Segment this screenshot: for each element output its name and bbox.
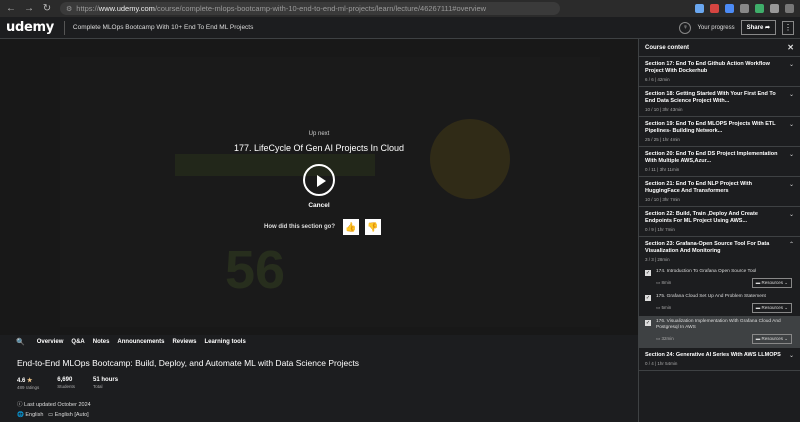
completed-checkbox[interactable]: ✓: [645, 270, 651, 276]
sidebar-header: Course content ✕: [639, 39, 800, 57]
tab-notes[interactable]: Notes: [93, 339, 110, 345]
captions-icon: ▭: [48, 412, 54, 418]
trophy-icon[interactable]: ♀: [679, 21, 692, 34]
folder-icon: ▬: [755, 336, 761, 341]
extension-icon[interactable]: [725, 4, 734, 13]
chevron-up-icon: ⌃: [788, 242, 794, 248]
video-icon: ▭: [656, 305, 661, 310]
section-item[interactable]: Section 18: Getting Started With Your Fi…: [639, 87, 800, 117]
lesson-item[interactable]: ✓ 175. Grafana Cloud Set Up And Problem …: [639, 291, 800, 316]
folder-icon: ▬: [755, 305, 761, 310]
lesson-item[interactable]: ✓ 174. Introduction To Grafana Open Sour…: [639, 266, 800, 291]
section-item[interactable]: Section 19: End To End MLOPS Projects Wi…: [639, 117, 800, 147]
extension-icon[interactable]: [755, 4, 764, 13]
section-item[interactable]: Section 17: End To End Github Action Wor…: [639, 57, 800, 87]
resources-dropdown[interactable]: ▬ Resources ⌄: [751, 278, 792, 288]
address-bar[interactable]: ⚙ https://www.udemy.com/course/complete-…: [60, 2, 560, 15]
profile-icon[interactable]: [785, 4, 794, 13]
tab-qa[interactable]: Q&A: [71, 339, 84, 345]
course-title-link[interactable]: Complete MLOps Bootcamp With 10+ End To …: [73, 24, 253, 31]
course-content-sidebar: Course content ✕ Section 17: End To End …: [638, 39, 800, 422]
folder-icon: ▬: [755, 280, 761, 285]
browser-toolbar: ← → ↻ ⚙ https://www.udemy.com/course/com…: [0, 0, 800, 17]
header-divider: [63, 20, 65, 35]
section-item[interactable]: Section 22: Build, Train ,Deploy And Cre…: [639, 207, 800, 237]
lesson-duration: ▭ 32min: [656, 336, 674, 341]
share-button[interactable]: Share ➦: [740, 20, 776, 35]
video-icon: ▭: [656, 280, 661, 285]
extension-icon[interactable]: [710, 4, 719, 13]
app-header: udemy Complete MLOps Bootcamp With 10+ E…: [0, 17, 800, 39]
search-icon[interactable]: 🔍: [16, 338, 25, 346]
rating-question: How did this section go?: [264, 224, 335, 230]
extensions-bar: [695, 4, 794, 13]
section-item[interactable]: Section 24: Generative AI Series With AW…: [639, 347, 800, 371]
forward-icon[interactable]: →: [22, 2, 36, 16]
chevron-down-icon: ⌄: [788, 353, 794, 359]
chevron-down-icon: ⌄: [788, 182, 794, 188]
video-icon: ▭: [656, 336, 661, 341]
resources-dropdown[interactable]: ▬ Resources ⌄: [751, 334, 792, 344]
back-icon[interactable]: ←: [4, 2, 18, 16]
resources-dropdown[interactable]: ▬ Resources ⌄: [751, 303, 792, 313]
rating-stat: 4.6 ★ 489 ratings: [17, 378, 40, 390]
extension-icon[interactable]: [740, 4, 749, 13]
star-icon: ★: [27, 378, 33, 384]
lesson-duration: ▭ 8min: [656, 280, 672, 285]
video-player[interactable]: 56 Up next 177. LifeCycle Of Gen AI Proj…: [0, 39, 638, 335]
tab-reviews[interactable]: Reviews: [172, 339, 196, 345]
tab-overview[interactable]: Overview: [37, 339, 64, 345]
completed-checkbox[interactable]: ✓: [645, 320, 651, 326]
play-next-button[interactable]: [303, 164, 335, 196]
globe-icon: 🌐: [17, 412, 24, 418]
thumbs-up-icon[interactable]: 👍: [343, 219, 359, 235]
more-options-button[interactable]: ⋮: [782, 20, 794, 35]
tab-announcements[interactable]: Announcements: [117, 339, 164, 345]
info-icon: ⓘ: [17, 402, 23, 408]
chevron-down-icon: ⌄: [788, 92, 794, 98]
section-item[interactable]: Section 21: End To End NLP Project With …: [639, 177, 800, 207]
site-info-icon[interactable]: ⚙: [66, 5, 72, 13]
thumbs-down-icon[interactable]: 👎: [365, 219, 381, 235]
tab-learning-tools[interactable]: Learning tools: [204, 339, 245, 345]
course-tabs: 🔍 Overview Q&A Notes Announcements Revie…: [0, 335, 638, 349]
extension-icon[interactable]: [770, 4, 779, 13]
completed-checkbox[interactable]: ✓: [645, 295, 651, 301]
next-lecture-title: 177. LifeCycle Of Gen AI Projects In Clo…: [233, 143, 405, 153]
udemy-logo[interactable]: udemy: [6, 20, 54, 35]
chevron-down-icon: ⌄: [788, 212, 794, 218]
course-stats: 4.6 ★ 489 ratings 6,690 Students 51 hour…: [17, 377, 118, 390]
section-item-expanded[interactable]: Section 23: Grafana-Open Source Tool For…: [639, 237, 800, 266]
cancel-button[interactable]: Cancel: [0, 202, 638, 209]
up-next-label: Up next: [308, 131, 330, 137]
language-info: 🌐 English ▭ English [Auto]: [17, 412, 89, 418]
lesson-item-current[interactable]: ✓ 176. Visualization Implementation With…: [639, 316, 800, 347]
extension-icon[interactable]: [695, 4, 704, 13]
close-icon[interactable]: ✕: [787, 43, 794, 52]
course-main-title: End-to-End MLOps Bootcamp: Build, Deploy…: [17, 358, 360, 368]
progress-label[interactable]: Your progress: [697, 25, 734, 31]
reload-icon[interactable]: ↻: [40, 2, 54, 16]
section-item[interactable]: Section 20: End To End DS Project Implem…: [639, 147, 800, 177]
chevron-down-icon: ⌄: [788, 152, 794, 158]
chevron-down-icon: ⌄: [788, 122, 794, 128]
lesson-duration: ▭ 5min: [656, 305, 672, 310]
last-updated: ⓘ Last updated October 2024: [17, 402, 91, 408]
hours-stat: 51 hours Total: [93, 377, 119, 389]
students-stat: 6,690 Students: [57, 377, 76, 389]
chevron-down-icon: ⌄: [788, 62, 794, 68]
